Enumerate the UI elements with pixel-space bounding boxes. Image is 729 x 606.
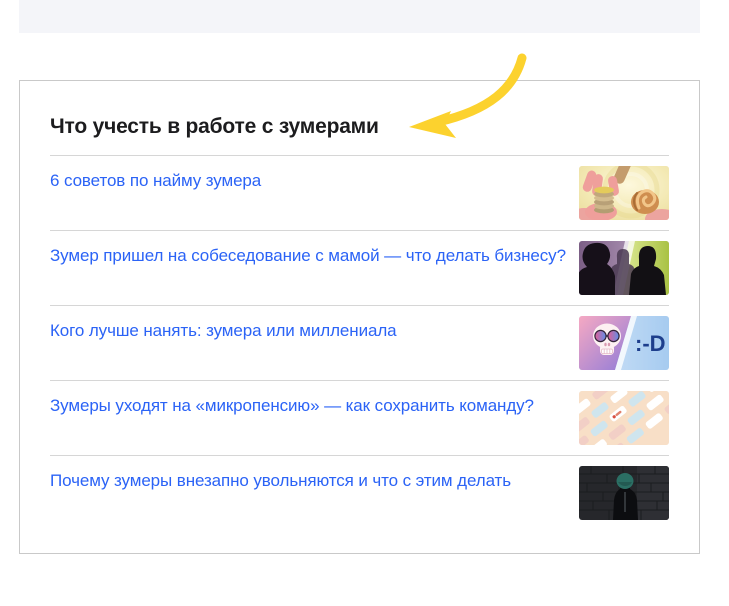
article-link[interactable]: Кого лучше нанять: зумера или миллениала	[50, 318, 566, 344]
article-row[interactable]: 6 советов по найму зумера	[50, 156, 669, 231]
coins-croissant-illustration	[579, 166, 669, 220]
article-row[interactable]: Зумеры уходят на «микропенсию» — как сох…	[50, 381, 669, 456]
page-top-strip	[19, 0, 700, 33]
silhouettes-illustration	[579, 241, 669, 295]
skull-smiley-illustration: :-D	[579, 316, 669, 370]
article-row[interactable]: Почему зумеры внезапно увольняются и что…	[50, 456, 669, 556]
article-thumbnail-silhouettes[interactable]	[579, 241, 669, 295]
article-row[interactable]: Зумер пришел на собеседование с мамой — …	[50, 231, 669, 306]
article-link[interactable]: Почему зумеры внезапно увольняются и что…	[50, 468, 566, 494]
article-thumbnail-skull[interactable]: :-D	[579, 316, 669, 370]
article-row[interactable]: Кого лучше нанять: зумера или миллениала	[50, 306, 669, 381]
widget-title: Что учесть в работе с зумерами	[50, 113, 669, 141]
beach-loungers-illustration	[579, 391, 669, 445]
article-thumbnail-loungers[interactable]	[579, 391, 669, 445]
smiley-text: :-D	[635, 331, 666, 356]
article-link[interactable]: 6 советов по найму зумера	[50, 168, 566, 194]
article-thumbnail-coins[interactable]	[579, 166, 669, 220]
article-thumbnail-dark-person[interactable]	[579, 466, 669, 520]
teal-hair-person-illustration	[579, 466, 669, 520]
article-link[interactable]: Зумер пришел на собеседование с мамой — …	[50, 243, 566, 269]
article-link[interactable]: Зумеры уходят на «микропенсию» — как сох…	[50, 393, 566, 419]
related-articles-card: Что учесть в работе с зумерами 6 советов…	[19, 80, 700, 554]
card-header: Что учесть в работе с зумерами	[50, 81, 669, 156]
